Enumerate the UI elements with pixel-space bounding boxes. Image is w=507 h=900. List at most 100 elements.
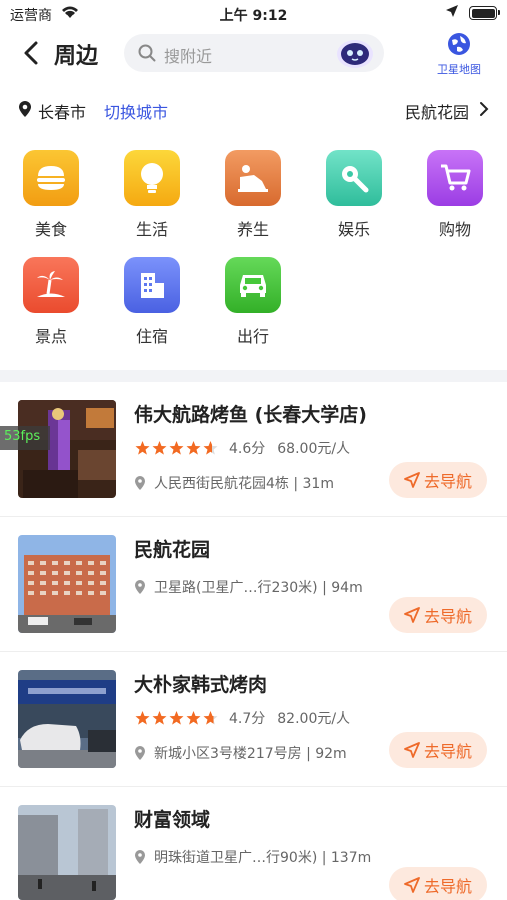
star-rating	[134, 710, 219, 726]
ai-assistant-icon[interactable]	[334, 36, 376, 70]
fps-counter: 53fps	[0, 426, 50, 450]
chevron-left-icon	[24, 41, 38, 65]
rating-row: 4.6分 68.00元/人	[134, 438, 350, 458]
map-pin-icon	[135, 850, 145, 864]
map-pin-icon	[135, 476, 145, 490]
star-icon	[152, 711, 167, 725]
navigate-button[interactable]: 去导航	[389, 867, 487, 900]
navigate-button[interactable]: 去导航	[389, 462, 487, 498]
category-label: 住宿	[135, 327, 168, 346]
location-row: 长春市 切换城市 民航花园	[0, 92, 507, 128]
place-name: 民航花园	[134, 539, 211, 561]
category-food[interactable]: 美食	[16, 150, 86, 240]
category-travel[interactable]: 出行	[218, 257, 288, 347]
page-title: 周边	[54, 44, 99, 69]
star-icon	[135, 711, 150, 725]
list-item[interactable]: 民航花园 卫星路(卫星广…行230米) | 94m 去导航	[0, 517, 507, 652]
search-input[interactable]: 搜附近	[124, 34, 384, 72]
category-attractions[interactable]: 景点	[16, 257, 86, 347]
current-city: 长春市	[38, 103, 87, 122]
category-label: 美食	[34, 220, 67, 239]
navigate-arrow-icon	[404, 742, 420, 758]
category-wellness[interactable]: 养生	[218, 150, 288, 240]
place-photo	[18, 805, 116, 900]
star-icon	[186, 711, 201, 725]
satellite-map-button[interactable]: 卫星地图	[429, 32, 489, 76]
place-name: 财富领域	[134, 809, 211, 831]
navigate-arrow-icon	[404, 607, 420, 623]
place-name: 伟大航路烤鱼 (长春大学店)	[134, 404, 367, 426]
address-row: 卫星路(卫星广…行230米) | 94m	[134, 577, 363, 597]
list-item[interactable]: 伟大航路烤鱼 (长春大学店) 4.6分 68.00元/人 人民西街民航花园4栋 …	[0, 382, 507, 517]
address-row: 明珠街道卫星广…行90米) | 137m	[134, 847, 371, 867]
address-row: 新城小区3号楼217号房 | 92m	[134, 743, 347, 763]
star-icon	[169, 441, 184, 455]
car-icon	[225, 257, 281, 313]
burger-icon	[23, 150, 79, 206]
category-label: 生活	[135, 220, 168, 239]
chevron-right-icon[interactable]	[479, 101, 489, 121]
rating-score: 4.7分	[229, 711, 266, 727]
star-rating	[134, 440, 219, 456]
place-address: 卫星路(卫星广…行230米) | 94m	[154, 580, 363, 596]
search-icon	[138, 44, 156, 66]
category-shopping[interactable]: 购物	[420, 150, 490, 240]
list-item[interactable]: 财富领域 明珠街道卫星广…行90米) | 137m 去导航	[0, 787, 507, 900]
cart-icon	[427, 150, 483, 206]
star-icon	[135, 441, 150, 455]
place-name: 大朴家韩式烤肉	[134, 674, 268, 696]
current-place[interactable]: 民航花园	[405, 99, 469, 123]
star-icon	[152, 441, 167, 455]
place-address: 人民西街民航花园4栋 | 31m	[154, 476, 334, 492]
status-bar: 运营商 上午 9:12	[0, 0, 507, 28]
star-icon	[203, 441, 218, 455]
category-label: 娱乐	[337, 220, 370, 239]
list-item[interactable]: 大朴家韩式烤肉 4.7分 82.00元/人 新城小区3号楼217号房 | 92m…	[0, 652, 507, 787]
navigate-label: 去导航	[423, 607, 472, 626]
place-address: 新城小区3号楼217号房 | 92m	[154, 746, 347, 762]
address-row: 人民西街民航花园4栋 | 31m	[134, 473, 334, 493]
map-pin-icon	[135, 746, 145, 760]
price-per-person: 68.00元/人	[277, 441, 351, 457]
navigate-arrow-icon	[404, 877, 420, 893]
star-icon	[186, 441, 201, 455]
place-photo	[18, 670, 116, 768]
category-label: 出行	[236, 327, 269, 346]
building-icon	[124, 257, 180, 313]
rating-score: 4.6分	[229, 441, 266, 457]
map-pin-icon	[18, 100, 32, 122]
massage-icon	[225, 150, 281, 206]
navigate-label: 去导航	[423, 742, 472, 761]
palm-icon	[23, 257, 79, 313]
globe-icon	[448, 33, 470, 55]
category-entertainment[interactable]: 娱乐	[319, 150, 389, 240]
navigate-label: 去导航	[423, 877, 472, 896]
clock: 上午 9:12	[219, 8, 288, 24]
location-arrow-icon	[445, 4, 459, 22]
battery-icon	[469, 6, 500, 20]
category-lodging[interactable]: 住宿	[117, 257, 187, 347]
search-placeholder: 搜附近	[164, 47, 213, 66]
category-life[interactable]: 生活	[117, 150, 187, 240]
place-photo	[18, 535, 116, 633]
navigate-label: 去导航	[423, 472, 472, 491]
map-pin-icon	[135, 580, 145, 594]
navigate-button[interactable]: 去导航	[389, 597, 487, 633]
header: 周边 搜附近 卫星地图	[0, 30, 507, 76]
satellite-map-label: 卫星地图	[437, 63, 481, 76]
navigate-button[interactable]: 去导航	[389, 732, 487, 768]
category-label: 购物	[438, 220, 471, 239]
lightbulb-icon	[124, 150, 180, 206]
price-per-person: 82.00元/人	[277, 711, 351, 727]
rating-row: 4.7分 82.00元/人	[134, 708, 350, 728]
star-icon	[203, 711, 218, 725]
mic-icon	[326, 150, 382, 206]
switch-city-link[interactable]: 切换城市	[104, 99, 168, 123]
category-label: 养生	[236, 220, 269, 239]
star-icon	[169, 711, 184, 725]
navigate-arrow-icon	[404, 472, 420, 488]
back-button[interactable]	[18, 38, 46, 68]
category-label: 景点	[34, 327, 67, 346]
section-divider	[0, 370, 507, 382]
place-address: 明珠街道卫星广…行90米) | 137m	[154, 850, 372, 866]
